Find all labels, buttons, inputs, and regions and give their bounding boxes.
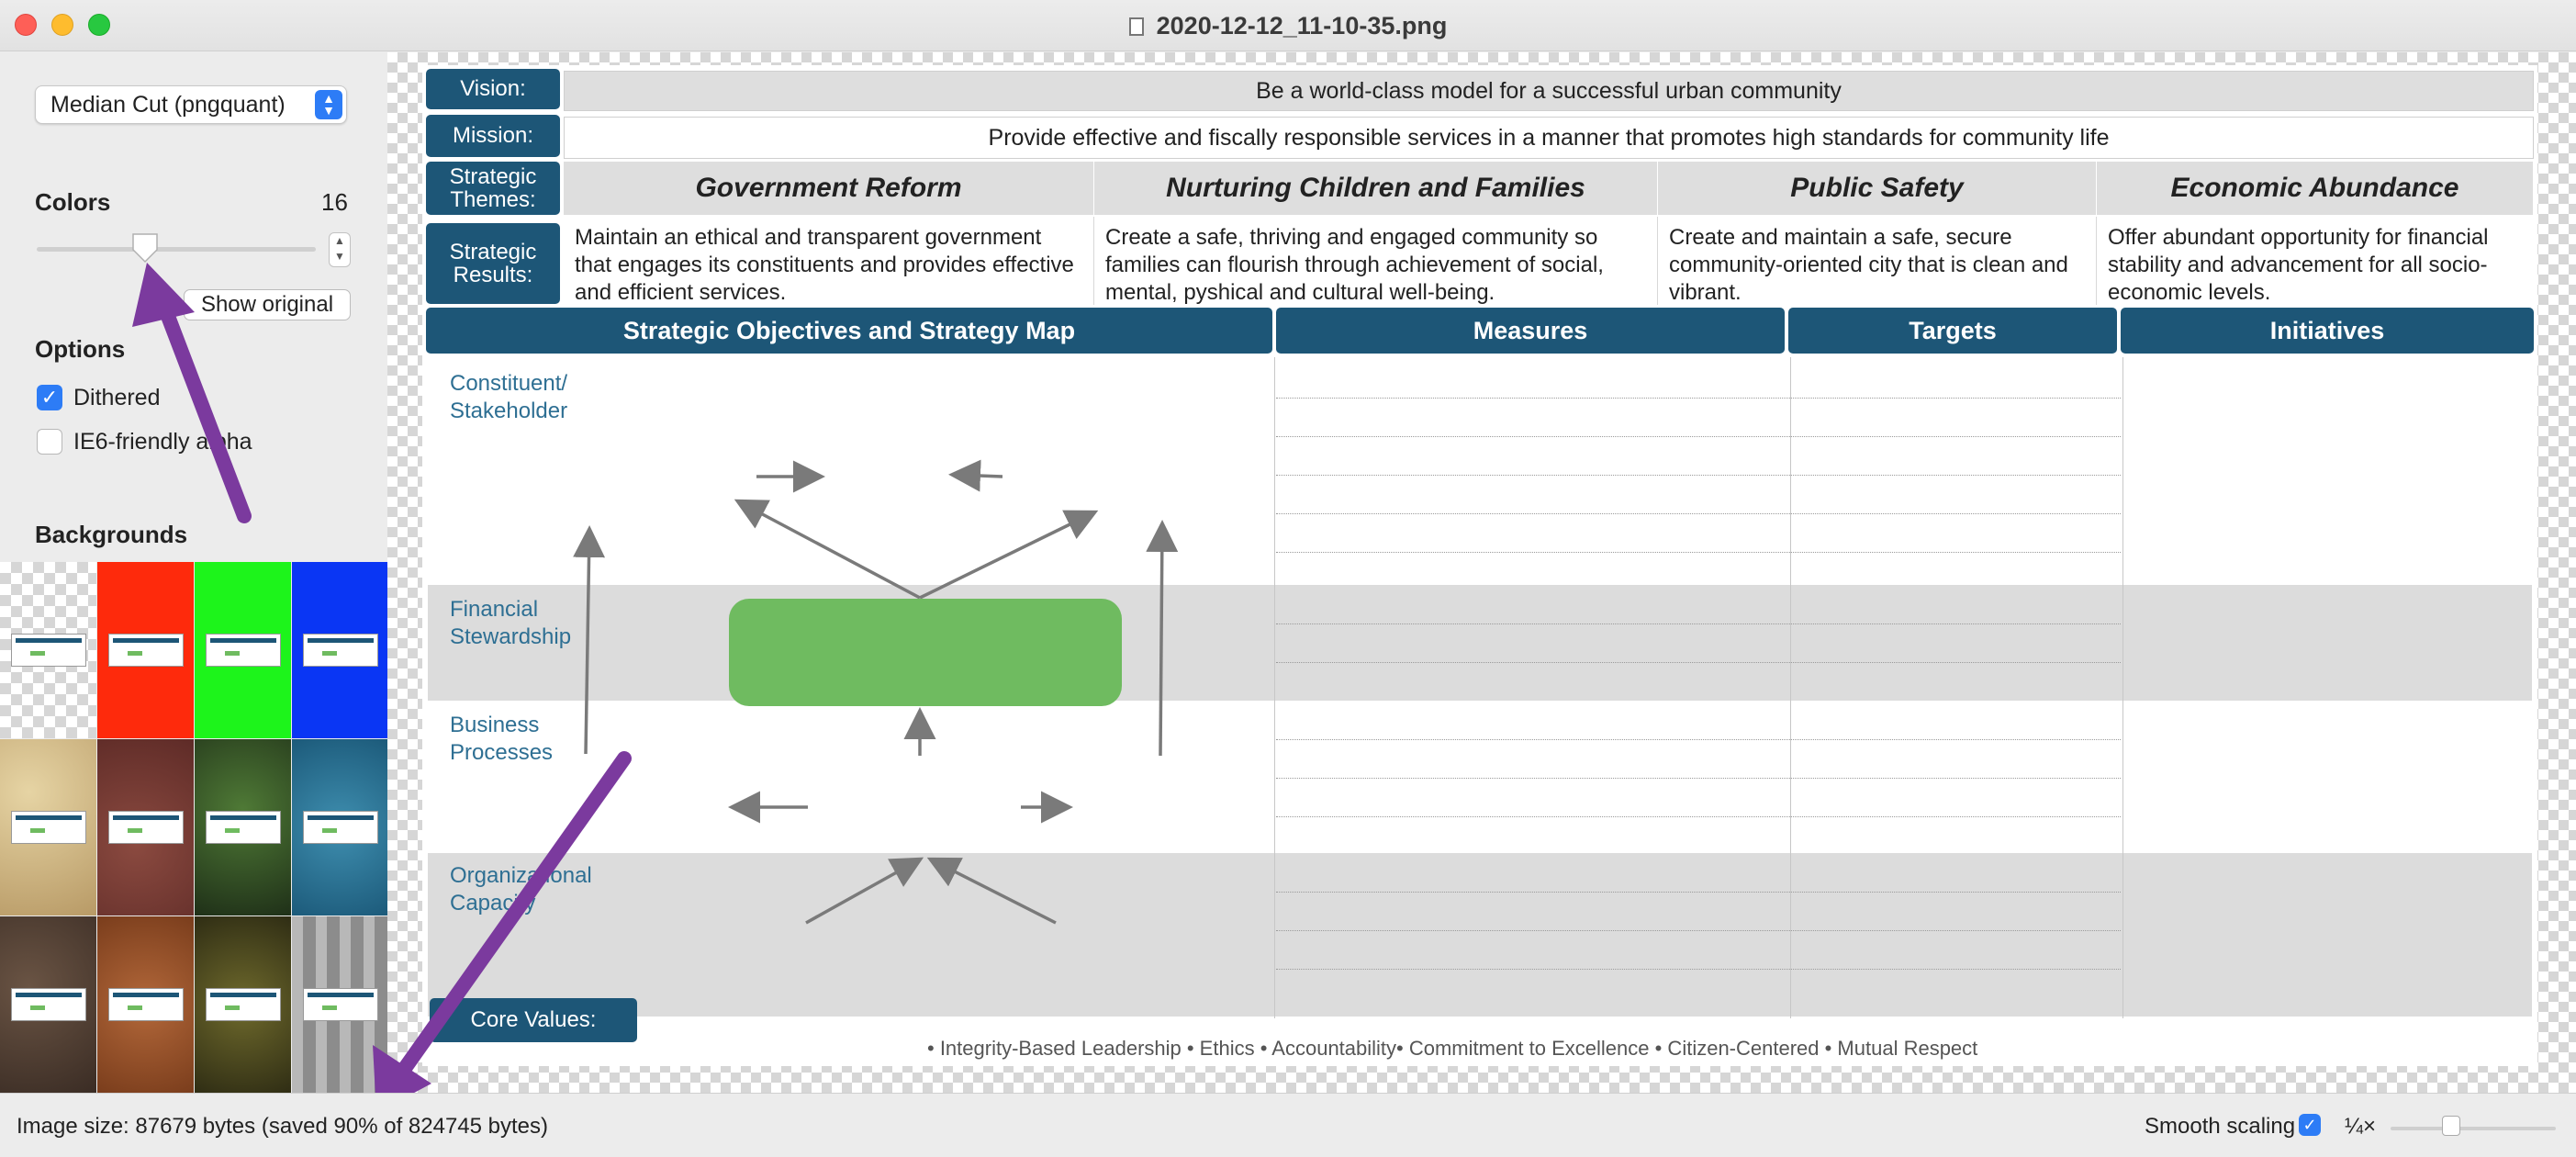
- zoom-level: ¼×: [2345, 1114, 2377, 1139]
- annotation-overlay: [132, 263, 632, 1113]
- smooth-scaling-checkbox[interactable]: ✓: [2299, 1114, 2321, 1136]
- image-size-text: Image size: 87679 bytes (saved 90% of 82…: [17, 1114, 549, 1139]
- smooth-scaling-label: Smooth scaling: [2145, 1114, 2296, 1139]
- zoom-slider-thumb[interactable]: [2442, 1116, 2460, 1136]
- status-bar: Image size: 87679 bytes (saved 90% of 82…: [0, 1093, 2576, 1157]
- annotation-arrow-head: [132, 263, 195, 327]
- zoom-slider-track[interactable]: [2391, 1127, 2556, 1130]
- annotation-arrow-shaft: [389, 751, 632, 1087]
- annotation-arrow-shaft: [154, 292, 252, 523]
